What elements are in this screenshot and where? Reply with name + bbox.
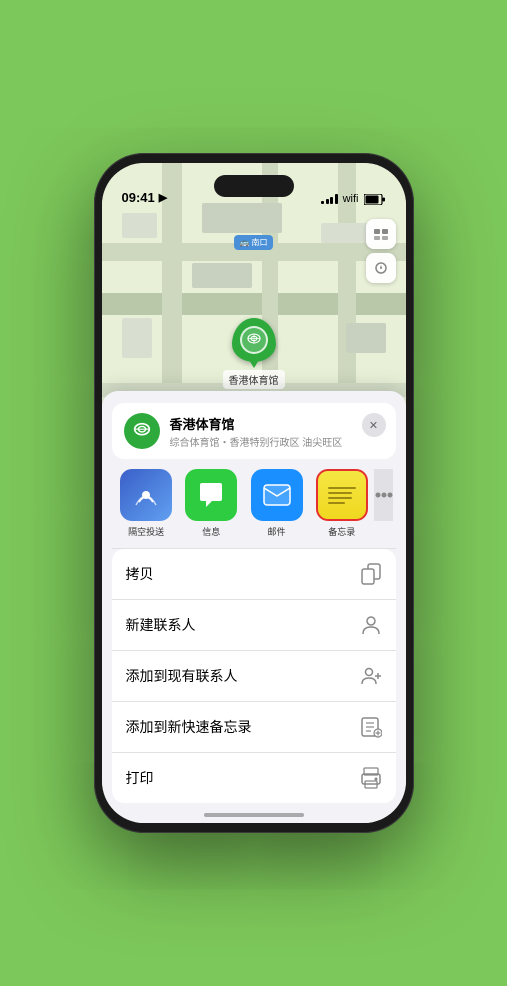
airdrop-icon [120, 469, 172, 521]
airdrop-wifi-icon [132, 481, 160, 509]
map-controls [366, 219, 396, 283]
notes-icon [316, 469, 368, 521]
map-type-icon [373, 226, 389, 242]
location-button[interactable] [366, 253, 396, 283]
add-notes-label: 添加到新快速备忘录 [126, 717, 252, 737]
battery-icon [364, 194, 386, 205]
location-arrow-icon: ▶ [159, 191, 167, 204]
new-contact-label: 新建联系人 [126, 615, 196, 635]
copy-icon [360, 563, 382, 585]
mail-label: 邮件 [268, 525, 286, 538]
dynamic-island [214, 175, 294, 197]
mail-envelope-icon [262, 483, 292, 507]
person-add-icon [360, 665, 382, 687]
stadium-marker: 香港体育馆 [223, 318, 285, 389]
airdrop-icon-item[interactable]: 隔空投送 [114, 469, 179, 538]
more-dots-icon [374, 483, 393, 507]
status-time: 09:41 [122, 190, 155, 205]
share-sheet: 香港体育馆 综合体育馆・香港特别行政区 油尖旺区 ✕ [102, 391, 406, 823]
venue-stadium-icon [131, 420, 153, 442]
print-action-row[interactable]: 打印 [112, 753, 396, 803]
notes-lines-icon [328, 487, 356, 504]
location-card: 香港体育馆 综合体育馆・香港特别行政区 油尖旺区 ✕ [112, 403, 396, 459]
add-notes-action-row[interactable]: 添加到新快速备忘录 [112, 702, 396, 753]
notes-label: 备忘录 [328, 525, 355, 538]
map-street-label: 🚌 南口 [234, 235, 274, 250]
messages-label: 信息 [202, 525, 220, 538]
copy-label: 拷贝 [126, 564, 154, 584]
person-icon [360, 614, 382, 636]
map-type-button[interactable] [366, 219, 396, 249]
app-icons-row: 隔空投送 信息 [102, 459, 406, 548]
print-icon [360, 767, 382, 789]
messages-bubble-icon [196, 481, 226, 509]
location-name: 香港体育馆 [170, 414, 384, 433]
messages-icon [185, 469, 237, 521]
messages-icon-item[interactable]: 信息 [179, 469, 244, 538]
signal-bars-icon [321, 194, 338, 204]
mail-icon-item[interactable]: 邮件 [244, 469, 309, 538]
print-label: 打印 [126, 768, 154, 788]
more-icon-item[interactable] [374, 469, 393, 538]
stadium-icon [245, 331, 263, 349]
more-icon [374, 469, 393, 521]
copy-action-row[interactable]: 拷贝 [112, 549, 396, 600]
status-icons: wifi [321, 193, 385, 205]
location-info: 香港体育馆 综合体育馆・香港特别行政区 油尖旺区 [170, 414, 384, 449]
new-contact-action-row[interactable]: 新建联系人 [112, 600, 396, 651]
add-existing-label: 添加到现有联系人 [126, 666, 238, 686]
action-rows: 拷贝 新建联系人 添加到现有联系人 [112, 549, 396, 803]
stadium-pin [232, 318, 276, 362]
wifi-icon: wifi [343, 193, 359, 205]
compass-icon [374, 261, 388, 275]
home-indicator [204, 813, 304, 817]
phone-frame: 09:41 ▶ wifi [94, 153, 414, 833]
stadium-label: 香港体育馆 [223, 370, 285, 389]
mail-icon [251, 469, 303, 521]
location-description: 综合体育馆・香港特别行政区 油尖旺区 [170, 434, 384, 449]
location-venue-icon [124, 413, 160, 449]
add-existing-action-row[interactable]: 添加到现有联系人 [112, 651, 396, 702]
notes-icon-item[interactable]: 备忘录 [309, 469, 374, 538]
quick-note-icon [360, 716, 382, 738]
phone-screen: 09:41 ▶ wifi [102, 163, 406, 823]
close-button[interactable]: ✕ [362, 413, 386, 437]
airdrop-label: 隔空投送 [128, 525, 164, 538]
